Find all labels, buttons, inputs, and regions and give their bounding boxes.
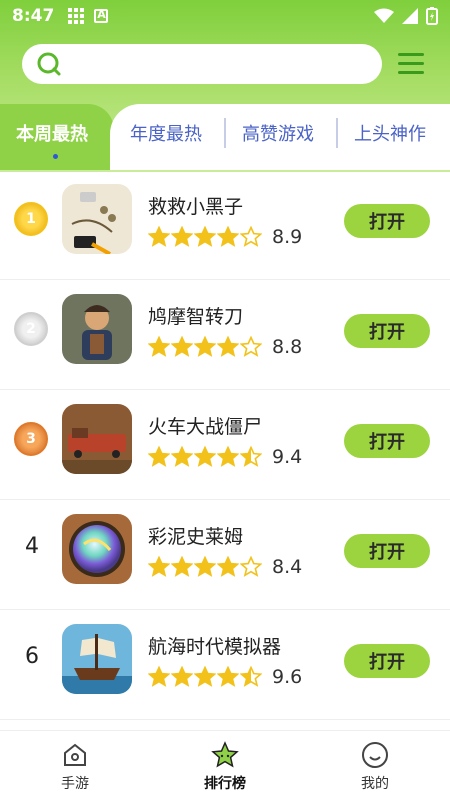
full-star-icon [171,336,193,357]
silver-medal-icon: 2 [14,312,48,346]
nav-item-mobile-games[interactable]: 手游 [30,741,120,793]
tab-strip: 本周最热 年度最热 高赞游戏 上头神作 [0,104,450,170]
signal-icon [402,8,418,24]
full-star-icon [217,336,239,357]
full-star-icon [194,336,216,357]
full-star-icon [171,446,193,467]
tab-yearly-hot[interactable]: 年度最热 [130,120,202,146]
nav-label: 排行榜 [204,776,246,792]
notification-a-icon [94,8,109,23]
train-battle-icon [62,404,132,474]
list-item[interactable]: 1 救救小黑子 8.9 打开 [0,170,450,280]
open-button[interactable]: 打开 [344,204,430,238]
full-star-icon [148,446,170,467]
full-star-icon [194,226,216,247]
nav-label: 手游 [61,776,89,792]
bottom-nav: 手游 排行榜 我的 [0,730,450,800]
full-star-icon [194,446,216,467]
half-star-icon [240,446,262,467]
list-item[interactable]: 4 彩泥史莱姆 8.4 打开 [0,500,450,610]
app-name: 航海时代模拟器 [148,636,282,658]
tab-divider [224,118,226,148]
rank-number: 4 [25,534,39,559]
full-star-icon [217,226,239,247]
status-time: 8:47 [12,6,55,26]
app-name: 鸠摩智转刀 [148,306,244,328]
stickman-rescue-icon [62,184,132,254]
battery-icon [426,7,438,25]
full-star-icon [148,336,170,357]
full-star-icon [194,556,216,577]
search-input[interactable] [22,44,382,84]
empty-star-icon [240,226,262,247]
app-name: 救救小黑子 [148,196,244,218]
full-star-icon [148,666,170,687]
grid-icon [68,8,85,24]
nav-label: 我的 [361,776,389,792]
full-star-icon [171,226,193,247]
search-icon [37,52,61,76]
list-item[interactable]: 6 航海时代模拟器 9.6 打开 [0,610,450,720]
star-icon [211,741,239,768]
rank-number: 6 [25,644,39,669]
tab-addictive-hits[interactable]: 上头神作 [354,120,426,146]
tab-most-liked[interactable]: 高赞游戏 [242,120,314,146]
rating-score: 8.9 [272,226,303,248]
full-star-icon [217,666,239,687]
full-star-icon [194,666,216,687]
open-button[interactable]: 打开 [344,424,430,458]
nav-item-ranking[interactable]: 排行榜 [180,741,270,793]
full-star-icon [217,556,239,577]
pirate-ship-icon [62,624,132,694]
active-tab-indicator [53,154,58,159]
rating-score: 9.4 [272,446,303,468]
app-name: 火车大战僵尸 [148,416,263,438]
app-name: 彩泥史莱姆 [148,526,244,548]
menu-icon[interactable] [396,50,426,78]
star-rating [148,446,262,468]
full-star-icon [171,666,193,687]
header: 8:47 本周 [0,0,450,172]
list-item[interactable]: 2 鸠摩智转刀 8.8 打开 [0,280,450,390]
star-rating [148,226,262,248]
open-button[interactable]: 打开 [344,644,430,678]
status-bar: 8:47 [0,0,450,32]
home-icon [64,743,86,766]
open-button[interactable]: 打开 [344,534,430,568]
star-rating [148,336,262,358]
rating-score: 8.4 [272,556,303,578]
bronze-medal-icon: 3 [14,422,48,456]
full-star-icon [148,226,170,247]
tab-divider [336,118,338,148]
full-star-icon [217,446,239,467]
star-rating [148,556,262,578]
empty-star-icon [240,556,262,577]
full-star-icon [148,556,170,577]
gold-medal-icon: 1 [14,202,48,236]
slime-orb-icon [62,514,132,584]
smiley-icon [362,742,388,768]
nav-item-mine[interactable]: 我的 [330,741,420,793]
monk-character-icon [62,294,132,364]
tab-weekly-hot[interactable]: 本周最热 [16,120,88,146]
open-button[interactable]: 打开 [344,314,430,348]
star-rating [148,666,262,688]
empty-star-icon [240,336,262,357]
full-star-icon [171,556,193,577]
rating-score: 9.6 [272,666,303,688]
wifi-icon [374,8,394,23]
half-star-icon [240,666,262,687]
rating-score: 8.8 [272,336,303,358]
list-item[interactable]: 3 火车大战僵尸 9.4 打开 [0,390,450,500]
